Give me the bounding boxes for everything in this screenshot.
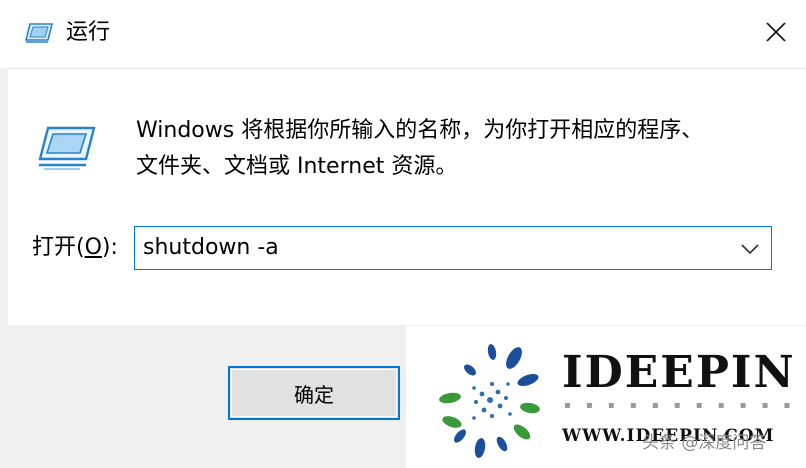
watermark-decoration: ▪ ▪ ▪ ▪ ▪ ▪ ▪ ▪ ▪ ▪ ▪ — [564, 400, 797, 411]
dropdown-button[interactable] — [735, 227, 765, 269]
ideepin-logo-icon — [430, 336, 550, 464]
open-label-accesskey: O — [84, 235, 102, 260]
run-program-icon — [36, 125, 98, 171]
run-icon — [24, 22, 54, 44]
open-label: 打开(O): — [32, 232, 118, 264]
watermark-brand: IDEEPIN — [562, 347, 796, 398]
description-line-2: 文件夹、文档或 Internet 资源。 — [136, 154, 458, 179]
dialog-content: Windows 将根据你所输入的名称，为你打开相应的程序、 文件夹、文档或 In… — [8, 68, 806, 325]
chevron-down-icon — [741, 239, 759, 258]
close-button[interactable] — [746, 0, 806, 68]
close-icon — [766, 22, 786, 46]
open-combobox[interactable] — [134, 226, 772, 270]
watermark: IDEEPIN ▪ ▪ ▪ ▪ ▪ ▪ ▪ ▪ ▪ ▪ ▪ WWW.IDEEPI… — [406, 326, 806, 468]
open-label-prefix: 打开( — [32, 235, 85, 260]
title-bar[interactable]: 运行 — [0, 0, 806, 68]
ok-button[interactable]: 确定 — [228, 366, 400, 420]
window-title: 运行 — [66, 20, 111, 45]
open-input[interactable] — [143, 227, 723, 269]
description-line-1: Windows 将根据你所输入的名称，为你打开相应的程序、 — [136, 118, 704, 143]
watermark-source: 头条 @深度问答 — [642, 433, 767, 453]
dialog-description: Windows 将根据你所输入的名称，为你打开相应的程序、 文件夹、文档或 In… — [136, 113, 776, 185]
open-label-suffix: ): — [101, 235, 118, 260]
